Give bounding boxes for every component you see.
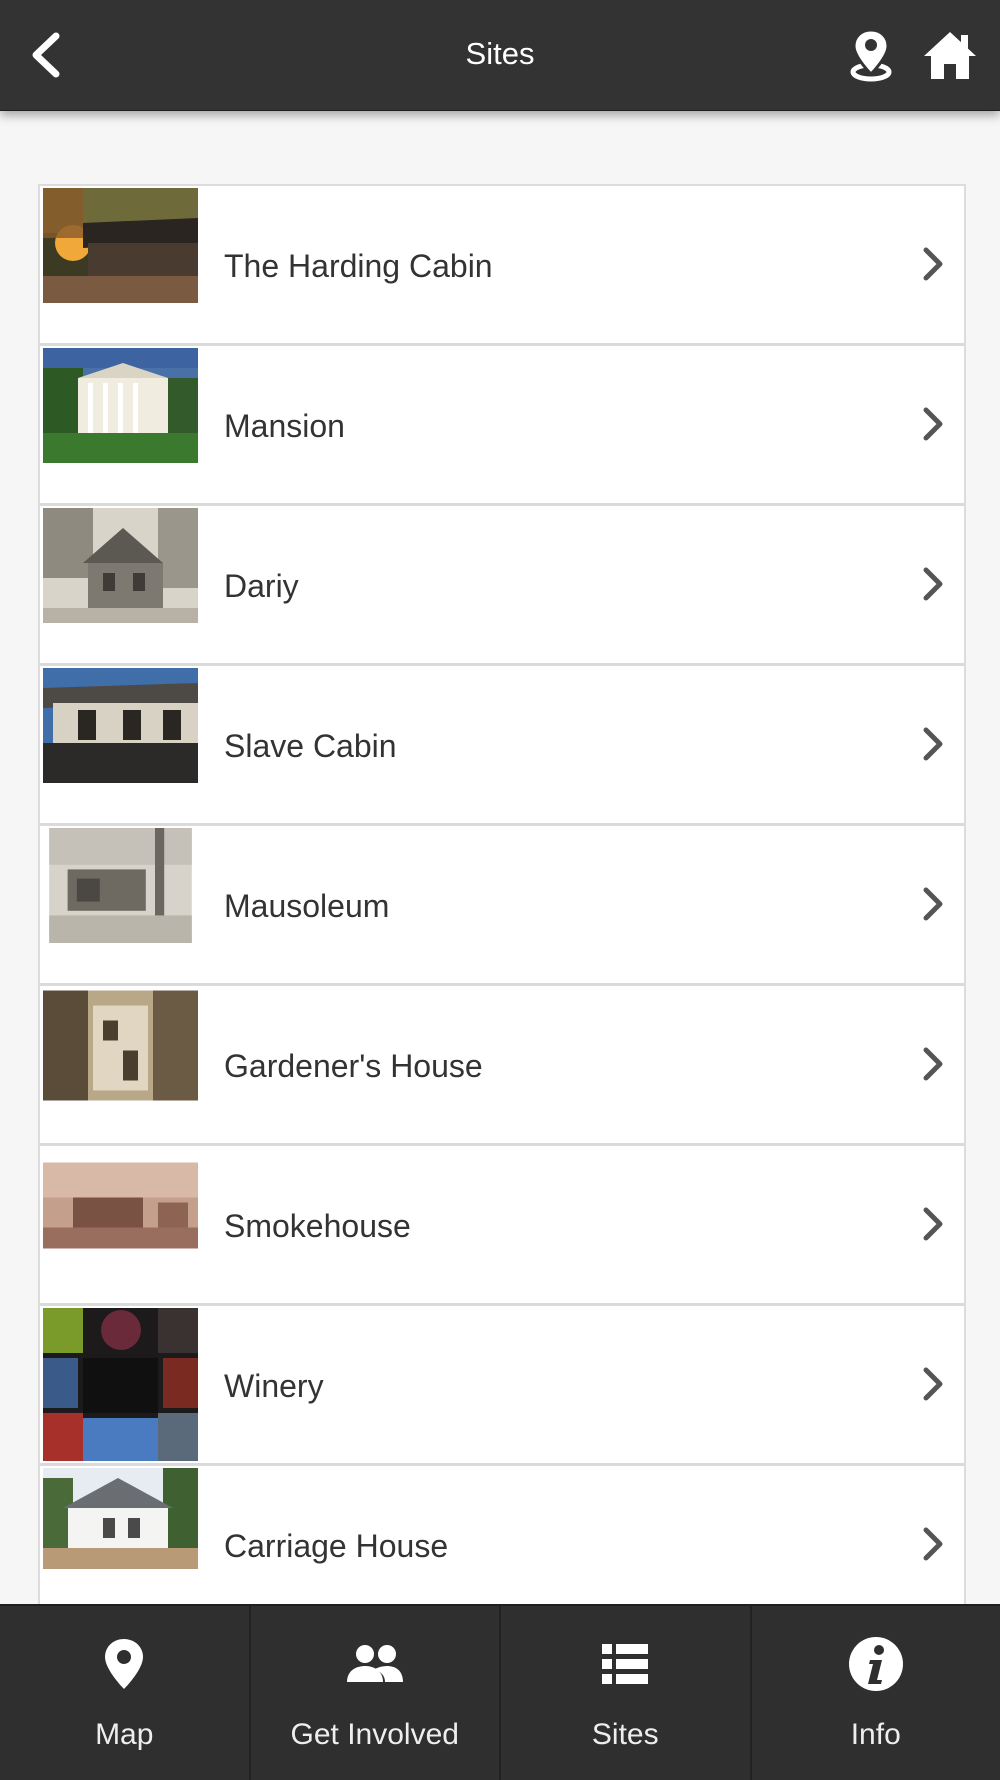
chevron-right-icon [920, 1524, 946, 1564]
tab-info[interactable]: Info [752, 1606, 1000, 1780]
site-name: Winery [224, 1306, 324, 1463]
sites-list: The Harding Cabin Mansion [38, 184, 966, 1623]
chevron-right-icon [920, 1204, 946, 1244]
site-thumbnail [43, 828, 198, 943]
list-item-mausoleum[interactable]: Mausoleum [40, 826, 964, 986]
list-icon [602, 1644, 648, 1684]
site-name: Mausoleum [224, 826, 389, 983]
top-app-bar: Sites [0, 0, 1000, 111]
people-icon [345, 1642, 405, 1686]
tab-get-involved[interactable]: Get Involved [251, 1606, 502, 1780]
site-thumbnail [43, 1308, 198, 1461]
chevron-right-icon [920, 1364, 946, 1404]
site-name: Carriage House [224, 1466, 448, 1623]
home-icon [922, 29, 978, 81]
site-thumbnail [43, 668, 198, 783]
site-name: Gardener's House [224, 986, 483, 1143]
chevron-right-icon [920, 1044, 946, 1084]
site-thumbnail [43, 348, 198, 463]
list-item-dariy[interactable]: Dariy [40, 506, 964, 666]
list-item-carriage-house[interactable]: Carriage House [40, 1466, 964, 1623]
list-item-the-harding-cabin[interactable]: The Harding Cabin [40, 186, 964, 346]
chevron-right-icon [920, 404, 946, 444]
tab-label: Sites [501, 1718, 750, 1752]
chevron-right-icon [920, 724, 946, 764]
tab-sites[interactable]: Sites [501, 1606, 752, 1780]
chevron-right-icon [920, 564, 946, 604]
tab-label: Info [752, 1718, 1000, 1752]
chevron-right-icon [920, 884, 946, 924]
site-thumbnail [43, 508, 198, 623]
bottom-nav-bar: Map Get Involved Sites [0, 1604, 1000, 1780]
site-name: Smokehouse [224, 1146, 411, 1303]
site-thumbnail [43, 1468, 198, 1569]
location-button[interactable] [838, 0, 904, 110]
list-item-slave-cabin[interactable]: Slave Cabin [40, 666, 964, 826]
tab-map[interactable]: Map [0, 1606, 251, 1780]
site-name: Mansion [224, 346, 345, 503]
site-thumbnail [43, 188, 198, 303]
map-pin-icon [849, 28, 893, 82]
list-item-winery[interactable]: Winery [40, 1306, 964, 1466]
site-name: Slave Cabin [224, 666, 397, 823]
chevron-right-icon [920, 244, 946, 284]
site-thumbnail [43, 988, 198, 1103]
info-icon [848, 1636, 904, 1692]
list-item-mansion[interactable]: Mansion [40, 346, 964, 506]
list-item-gardeners-house[interactable]: Gardener's House [40, 986, 964, 1146]
list-item-smokehouse[interactable]: Smokehouse [40, 1146, 964, 1306]
site-thumbnail [43, 1148, 198, 1263]
tab-label: Map [0, 1718, 249, 1752]
tab-label: Get Involved [251, 1718, 500, 1752]
site-name: The Harding Cabin [224, 186, 493, 343]
home-button[interactable] [914, 0, 986, 110]
map-pin-icon [103, 1637, 145, 1691]
site-name: Dariy [224, 506, 299, 663]
